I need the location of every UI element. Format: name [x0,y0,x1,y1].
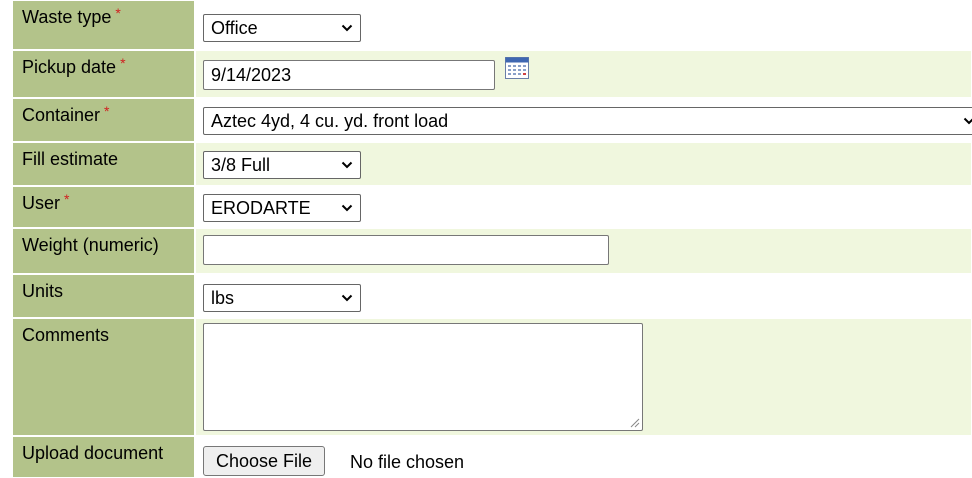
chevron-down-icon [963,117,972,125]
waste-type-select[interactable]: Office [203,14,361,42]
row-units: Units lbs [12,274,972,318]
required-marker: * [120,55,126,71]
choose-file-button[interactable]: Choose File [203,446,326,476]
chevron-down-icon [341,161,353,169]
resize-handle-icon[interactable] [630,418,640,428]
row-container: Container * Aztec 4yd, 4 cu. yd. front lo… [12,98,972,142]
container-label: Container * [12,98,195,142]
units-label: Units [12,274,195,318]
required-marker: * [115,5,121,21]
waste-type-label: Waste type * [12,0,195,50]
upload-document-label: Upload document [12,436,195,478]
comments-label: Comments [12,318,195,436]
required-marker: * [104,103,110,119]
row-fill-estimate: Fill estimate 3/8 Full [12,142,972,186]
file-status: No file chosen [350,452,465,472]
row-pickup-date: Pickup date * 9/14/2023 [12,50,972,98]
fill-estimate-label: Fill estimate [12,142,195,186]
row-weight: Weight (numeric) [12,228,972,274]
pickup-date-label: Pickup date * [12,50,195,98]
units-select[interactable]: lbs [203,284,361,312]
row-comments: Comments [12,318,972,436]
weight-label: Weight (numeric) [12,228,195,274]
user-select[interactable]: ERODARTE [203,194,361,222]
user-label: User * [12,186,195,228]
row-upload-document: Upload document Choose File No file chos… [12,436,972,478]
chevron-down-icon [341,204,353,212]
row-user: User * ERODARTE [12,186,972,228]
comments-textarea[interactable] [203,323,643,431]
chevron-down-icon [341,294,353,302]
fill-estimate-select[interactable]: 3/8 Full [203,151,361,179]
pickup-date-input[interactable]: 9/14/2023 [203,60,495,90]
required-marker: * [64,191,70,207]
calendar-icon[interactable] [505,57,529,79]
container-select[interactable]: Aztec 4yd, 4 cu. yd. front load [203,107,972,135]
waste-pickup-form: Waste type * Office Pickup date * 9/14/202… [0,0,972,478]
row-waste-type: Waste type * Office [12,0,972,50]
chevron-down-icon [341,24,353,32]
weight-input[interactable] [203,235,609,265]
